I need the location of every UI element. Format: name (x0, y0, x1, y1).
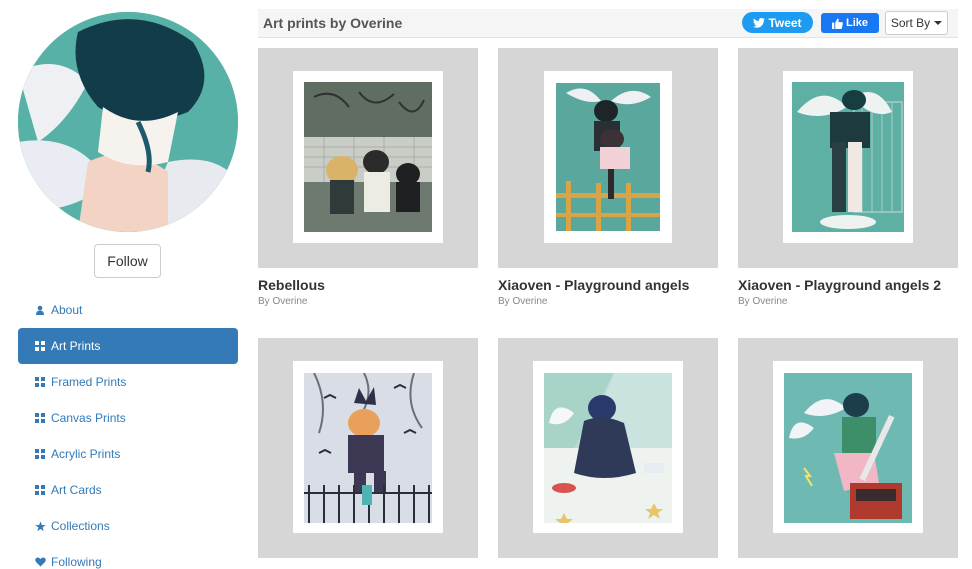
product-title[interactable]: Xiaoven - Playground angels 2 (738, 277, 958, 293)
caret-down-icon (934, 21, 943, 25)
grid-icon (35, 377, 45, 387)
nav-item-label: Following (51, 555, 102, 569)
page-title: Art prints by Overine (263, 15, 403, 31)
gallery-header: Art prints by Overine Tweet Like Sort By (258, 9, 958, 38)
nav-item-label: About (51, 303, 83, 317)
product-thumbnail[interactable] (258, 48, 478, 268)
product-card[interactable] (498, 338, 718, 567)
product-thumbnail[interactable] (498, 48, 718, 268)
artwork-image (304, 373, 432, 523)
artwork-image (792, 82, 904, 232)
artwork-image (784, 373, 912, 523)
product-card[interactable] (258, 338, 478, 567)
product-card[interactable] (738, 338, 958, 567)
product-card[interactable]: Rebellous By Overine (258, 48, 478, 307)
sort-label: Sort By (890, 16, 931, 30)
artwork-image (304, 82, 432, 232)
grid-icon (35, 449, 45, 459)
artwork-image (544, 373, 672, 523)
facebook-like-button[interactable]: Like (821, 13, 879, 33)
nav-item-following[interactable]: Following (18, 544, 238, 569)
nav-item-label: Canvas Prints (51, 411, 126, 425)
product-card[interactable]: Xiaoven - Playground angels By Overine (498, 48, 718, 307)
product-card[interactable]: Xiaoven - Playground angels 2 By Overine (738, 48, 958, 307)
nav-item-collections[interactable]: Collections (18, 508, 238, 544)
user-icon (35, 305, 45, 315)
nav-item-art-cards[interactable]: Art Cards (18, 472, 238, 508)
nav-item-framed-prints[interactable]: Framed Prints (18, 364, 238, 400)
nav-item-label: Acrylic Prints (51, 447, 121, 461)
product-byline[interactable]: By Overine (258, 296, 478, 307)
like-label: Like (845, 17, 868, 29)
grid-icon (35, 485, 45, 495)
nav-item-label: Collections (51, 519, 110, 533)
nav-item-canvas-prints[interactable]: Canvas Prints (18, 400, 238, 436)
tweet-button[interactable]: Tweet (742, 12, 813, 33)
star-icon (35, 521, 46, 532)
profile-sidebar: Follow About Art Prints Framed Prints Ca… (0, 0, 245, 569)
product-title[interactable]: Rebellous (258, 277, 478, 293)
profile-nav: About Art Prints Framed Prints Canvas Pr… (18, 292, 238, 569)
thumbs-up-icon (831, 17, 843, 29)
grid-icon (35, 341, 45, 351)
profile-avatar[interactable] (18, 12, 238, 232)
tweet-label: Tweet (768, 15, 802, 30)
product-byline[interactable]: By Overine (498, 296, 718, 307)
twitter-bird-icon (753, 17, 766, 28)
nav-item-about[interactable]: About (18, 292, 238, 328)
artwork-image (556, 83, 660, 231)
product-thumbnail[interactable] (498, 338, 718, 558)
nav-item-label: Art Prints (51, 339, 101, 353)
product-thumbnail[interactable] (258, 338, 478, 558)
product-byline[interactable]: By Overine (738, 296, 958, 307)
nav-item-acrylic-prints[interactable]: Acrylic Prints (18, 436, 238, 472)
grid-icon (35, 413, 45, 423)
product-title[interactable]: Xiaoven - Playground angels (498, 277, 718, 293)
nav-item-label: Framed Prints (51, 375, 127, 389)
sort-dropdown[interactable]: Sort By (885, 11, 948, 35)
follow-button[interactable]: Follow (94, 244, 161, 278)
nav-item-art-prints[interactable]: Art Prints (18, 328, 238, 364)
heart-icon (35, 557, 46, 567)
nav-item-label: Art Cards (51, 483, 102, 497)
product-thumbnail[interactable] (738, 48, 958, 268)
product-thumbnail[interactable] (738, 338, 958, 558)
